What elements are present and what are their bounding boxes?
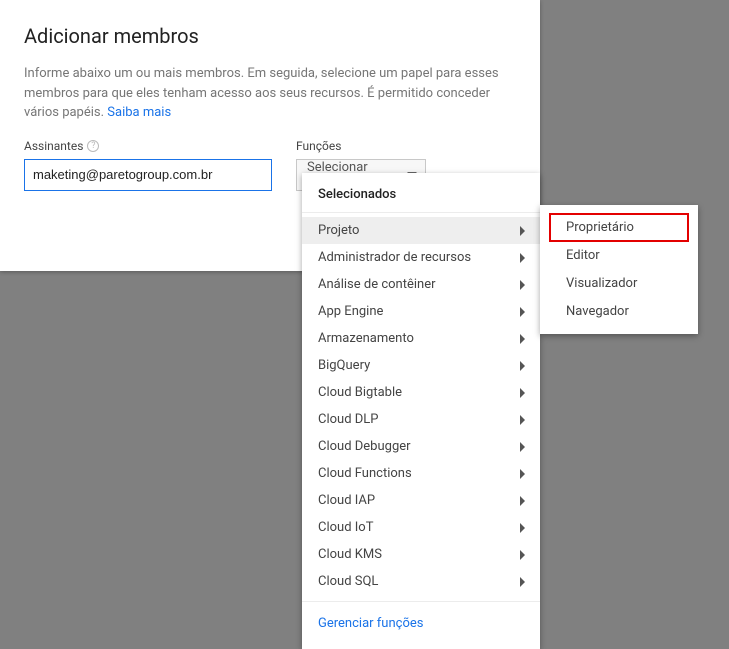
chevron-right-icon xyxy=(520,550,526,560)
menu-item-label: Cloud SQL xyxy=(318,574,378,589)
chevron-right-icon xyxy=(520,415,526,425)
menu-item-label: Cloud KMS xyxy=(318,547,382,562)
chevron-right-icon xyxy=(520,226,526,236)
menu-item-label: Cloud DLP xyxy=(318,412,379,427)
learn-more-link[interactable]: Saiba mais xyxy=(107,105,171,120)
menu-items-container: Projeto Administrador de recursos Análise … xyxy=(302,217,540,595)
role-category-menu: Selecionados Projeto Administrador de rec… xyxy=(302,173,540,649)
dialog-description: Informe abaixo um ou mais membros. Em se… xyxy=(24,64,516,123)
menu-item[interactable]: Cloud Bigtable xyxy=(302,379,540,406)
role-submenu: ProprietárioEditorVisualizadorNavegador xyxy=(540,205,698,334)
chevron-right-icon xyxy=(520,361,526,371)
menu-item[interactable]: Cloud Functions xyxy=(302,460,540,487)
menu-item[interactable]: App Engine xyxy=(302,298,540,325)
help-icon[interactable]: ? xyxy=(87,140,99,152)
menu-header: Selecionados xyxy=(302,173,540,213)
menu-item[interactable]: Cloud KMS xyxy=(302,541,540,568)
chevron-right-icon xyxy=(520,388,526,398)
menu-item-label: Cloud Bigtable xyxy=(318,385,402,400)
menu-item-label: Cloud Functions xyxy=(318,466,412,481)
menu-item-label: Armazenamento xyxy=(318,331,414,346)
dialog-title: Adicionar membros xyxy=(24,24,516,48)
chevron-right-icon xyxy=(520,280,526,290)
menu-item-label: Administrador de recursos xyxy=(318,250,471,265)
menu-item[interactable]: Cloud IoT xyxy=(302,514,540,541)
menu-item-label: Cloud IAP xyxy=(318,493,375,508)
menu-item[interactable]: Análise de contêiner xyxy=(302,271,540,298)
submenu-item[interactable]: Navegador xyxy=(550,298,688,325)
manage-roles-link[interactable]: Gerenciar funções xyxy=(302,601,540,637)
chevron-right-icon xyxy=(520,442,526,452)
chevron-right-icon xyxy=(520,577,526,587)
menu-item[interactable]: Cloud DLP xyxy=(302,406,540,433)
chevron-right-icon xyxy=(520,523,526,533)
menu-item[interactable]: Administrador de recursos xyxy=(302,244,540,271)
menu-item[interactable]: Armazenamento xyxy=(302,325,540,352)
menu-item[interactable]: Cloud Debugger xyxy=(302,433,540,460)
submenu-item[interactable]: Visualizador xyxy=(550,270,688,297)
subscribers-label-text: Assinantes xyxy=(24,139,83,153)
submenu-item[interactable]: Editor xyxy=(550,242,688,269)
menu-item[interactable]: Cloud IAP xyxy=(302,487,540,514)
chevron-right-icon xyxy=(520,307,526,317)
menu-item-label: Projeto xyxy=(318,223,359,238)
chevron-right-icon xyxy=(520,496,526,506)
menu-item-label: Análise de contêiner xyxy=(318,277,436,292)
submenu-item[interactable]: Proprietário xyxy=(550,214,688,241)
menu-item[interactable]: BigQuery xyxy=(302,352,540,379)
subscribers-label: Assinantes ? xyxy=(24,139,272,153)
submenu-items-container: ProprietárioEditorVisualizadorNavegador xyxy=(540,213,698,326)
menu-item-label: Cloud Debugger xyxy=(318,439,411,454)
menu-item-label: Cloud IoT xyxy=(318,520,373,535)
menu-item-label: BigQuery xyxy=(318,358,370,373)
menu-item[interactable]: Cloud SQL xyxy=(302,568,540,595)
dialog-description-text: Informe abaixo um ou mais membros. Em se… xyxy=(24,66,499,120)
menu-item[interactable]: Projeto xyxy=(302,217,540,244)
subscribers-field: Assinantes ? xyxy=(24,139,272,191)
chevron-right-icon xyxy=(520,469,526,479)
roles-label: Funções xyxy=(296,139,516,153)
subscribers-input[interactable] xyxy=(24,159,272,191)
menu-item-label: App Engine xyxy=(318,304,383,319)
chevron-right-icon xyxy=(520,253,526,263)
chevron-right-icon xyxy=(520,334,526,344)
